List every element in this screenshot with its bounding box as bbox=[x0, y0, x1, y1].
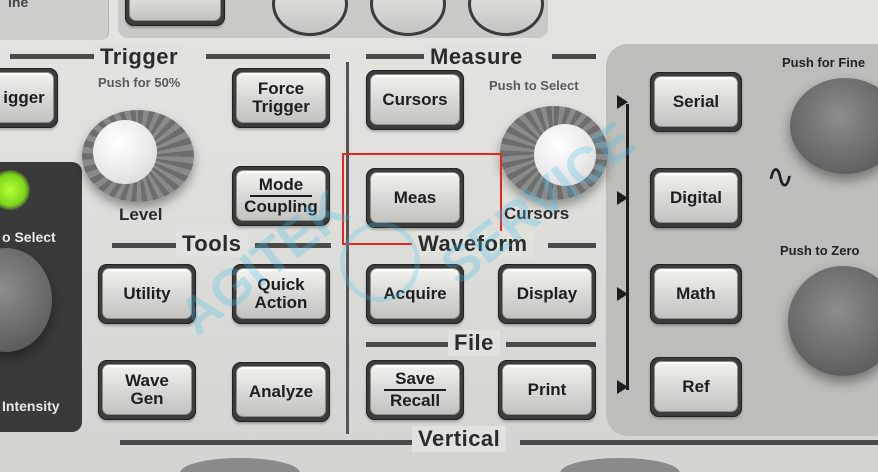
quick-action-button[interactable]: Quick Action bbox=[232, 264, 330, 324]
force-trigger-label-2: Trigger bbox=[252, 96, 310, 116]
sine-wave-icon: ∿ bbox=[766, 158, 795, 196]
cursors-knob-label: Cursors bbox=[504, 204, 570, 223]
intensity-label: Intensity bbox=[2, 398, 60, 414]
wave-label: Wave bbox=[125, 370, 169, 390]
tools-rule-left bbox=[112, 243, 178, 248]
push-for-fine-label: Push for Fine bbox=[782, 55, 866, 70]
measure-rule-left bbox=[366, 54, 426, 59]
force-trigger-button[interactable]: Force Trigger bbox=[232, 68, 330, 128]
math-button-label: Math bbox=[676, 283, 716, 303]
watermark-ring-icon bbox=[340, 222, 420, 302]
coupling-label: Coupling bbox=[244, 196, 318, 216]
math-arrow-icon bbox=[617, 287, 628, 301]
level-knob-label: Level bbox=[119, 205, 163, 224]
file-rule-left bbox=[366, 342, 450, 347]
serial-arrow-icon bbox=[617, 95, 628, 109]
cursors-button-label: Cursors bbox=[382, 89, 448, 109]
utility-button[interactable]: Utility bbox=[98, 264, 196, 324]
wave-gen-button[interactable]: Wave Gen bbox=[98, 360, 196, 420]
file-heading: File bbox=[448, 330, 500, 356]
save-recall-button[interactable]: Save Recall bbox=[366, 360, 464, 420]
math-button[interactable]: Math bbox=[650, 264, 742, 324]
tools-heading: Tools bbox=[176, 231, 248, 257]
bottom-knob-shadow-2 bbox=[560, 458, 680, 472]
analyze-button-label: Analyze bbox=[248, 381, 314, 401]
serial-button[interactable]: Serial bbox=[650, 72, 742, 132]
trigger-rule-left bbox=[10, 54, 96, 59]
oscilloscope-front-panel: ine o Select Intensity Trigger Push for … bbox=[0, 0, 878, 472]
vertical-heading: Vertical bbox=[412, 426, 507, 452]
vertical-rule-left bbox=[120, 440, 412, 445]
push-to-select-label: Push to Select bbox=[489, 78, 579, 93]
ref-button-label: Ref bbox=[682, 376, 710, 396]
left-select-label: o Select bbox=[2, 229, 56, 245]
top-button-1[interactable] bbox=[125, 0, 225, 26]
utility-button-label: Utility bbox=[123, 283, 171, 303]
cursors-button[interactable]: Cursors bbox=[366, 70, 464, 130]
push-to-zero-label: Push to Zero bbox=[780, 243, 860, 258]
analyze-button[interactable]: Analyze bbox=[232, 362, 330, 422]
display-button-label: Display bbox=[516, 283, 578, 303]
digital-button[interactable]: Digital bbox=[650, 168, 742, 228]
waveform-heading: Waveform bbox=[412, 231, 534, 257]
waveform-rule-right bbox=[548, 243, 596, 248]
vertical-rule-right bbox=[520, 440, 878, 445]
trigger-rule-right bbox=[206, 54, 330, 59]
tools-rule-right bbox=[255, 243, 331, 248]
trigger-button[interactable]: igger bbox=[0, 68, 58, 128]
push-for-50-label: Push for 50% bbox=[98, 75, 181, 90]
print-button[interactable]: Print bbox=[498, 360, 596, 420]
quick-label: Quick bbox=[257, 274, 305, 294]
measure-rule-right bbox=[552, 54, 596, 59]
mode-coupling-button[interactable]: Mode Coupling bbox=[232, 166, 330, 226]
file-rule-right bbox=[506, 342, 596, 347]
ref-button[interactable]: Ref bbox=[650, 357, 742, 417]
print-button-label: Print bbox=[527, 379, 567, 399]
digital-button-label: Digital bbox=[670, 187, 722, 207]
cursors-knob[interactable] bbox=[498, 104, 610, 204]
action-label: Action bbox=[254, 292, 308, 312]
right-bus-line bbox=[626, 104, 629, 390]
ref-arrow-icon bbox=[617, 380, 628, 394]
recall-label: Recall bbox=[389, 390, 441, 410]
display-button[interactable]: Display bbox=[498, 264, 596, 324]
force-trigger-label-1: Force bbox=[257, 78, 305, 98]
serial-button-label: Serial bbox=[672, 91, 720, 111]
mode-label: Mode bbox=[258, 174, 304, 194]
gen-label: Gen bbox=[130, 388, 164, 408]
digital-arrow-icon bbox=[617, 191, 628, 205]
trigger-heading: Trigger bbox=[94, 44, 185, 70]
level-knob[interactable] bbox=[78, 106, 198, 206]
top-left-fragment-label: ine bbox=[8, 0, 29, 10]
bottom-knob-shadow-1 bbox=[180, 458, 300, 472]
measure-heading: Measure bbox=[424, 44, 529, 70]
trigger-button-label: igger bbox=[3, 87, 45, 107]
save-label: Save bbox=[395, 368, 435, 388]
